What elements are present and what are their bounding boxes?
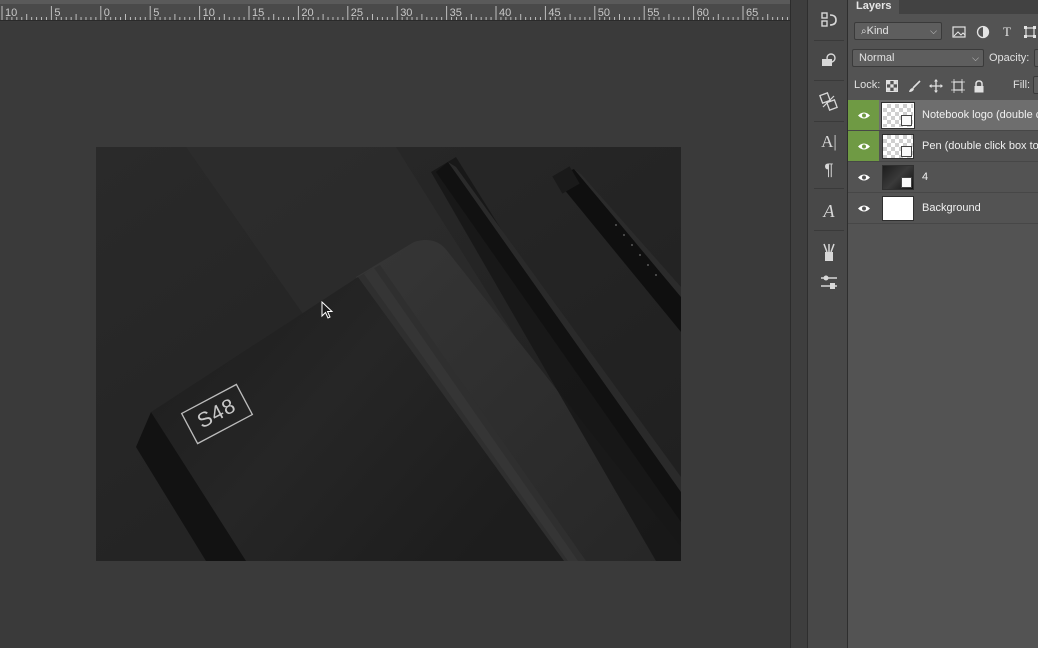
character-icon[interactable]: A| xyxy=(816,129,842,155)
adjustments-icon[interactable] xyxy=(816,269,842,295)
history-icon[interactable] xyxy=(816,7,842,33)
opacity-label: Opacity: xyxy=(989,52,1030,64)
ruler-label: 10 xyxy=(202,7,215,19)
blend-row: Normal ⌵ Opacity: xyxy=(848,48,1038,70)
smart-object-icon xyxy=(901,146,912,157)
ruler-label: 25 xyxy=(350,7,364,19)
layer-notebook-logo[interactable]: Notebook logo (double c xyxy=(848,100,1038,131)
eye-icon xyxy=(857,174,870,180)
lock-label: Lock: xyxy=(854,79,881,91)
layer-4[interactable]: 4 xyxy=(848,162,1038,193)
tool-divider xyxy=(814,188,844,189)
ruler-label: 0 xyxy=(103,7,110,19)
paragraph-icon[interactable]: ¶ xyxy=(816,157,842,183)
fill-label: Fill: xyxy=(1013,79,1031,91)
ruler-label: 10 xyxy=(5,7,18,19)
smart-object-icon xyxy=(901,177,912,188)
layer-thumbnail xyxy=(882,134,914,159)
layer-name: 4 xyxy=(922,171,929,183)
eye-icon xyxy=(857,143,870,149)
ruler-label: 15 xyxy=(252,7,265,19)
ruler-label: 35 xyxy=(449,7,462,19)
type-filter-icon[interactable]: T xyxy=(999,24,1015,40)
ruler-label: 60 xyxy=(696,7,709,19)
horizontal-ruler[interactable]: 10 5 0 5 10 15 20 25 30 35 40 45 50 55 60 65 xyxy=(0,0,790,21)
chevron-down-icon: ⌵ xyxy=(930,26,937,36)
ruler-label: 45 xyxy=(548,7,561,19)
eye-icon xyxy=(857,112,870,118)
ruler-label: 5 xyxy=(54,7,61,19)
layer-name: Pen (double click box to xyxy=(922,140,1038,152)
visibility-toggle[interactable] xyxy=(848,131,879,161)
panel-icon-strip: A| ¶ A xyxy=(807,0,848,648)
ruler-label: 20 xyxy=(301,7,314,19)
photoshop-window: 10 5 0 5 10 15 20 25 30 35 40 45 50 55 60 65 xyxy=(0,0,1038,648)
layer-background[interactable]: Background xyxy=(848,193,1038,224)
tool-divider xyxy=(814,121,844,122)
lock-all-icon[interactable] xyxy=(971,78,987,94)
filter-kind-label: Kind xyxy=(866,25,889,37)
smart-object-icon xyxy=(901,115,912,126)
shape-filter-icon[interactable] xyxy=(1022,24,1038,40)
ruler-label: 65 xyxy=(746,7,759,19)
layer-thumbnail xyxy=(882,165,914,190)
lock-artboard-icon[interactable] xyxy=(950,78,966,94)
layer-thumbnail xyxy=(882,196,914,221)
visibility-toggle[interactable] xyxy=(848,193,879,223)
chevron-down-icon: ⌵ xyxy=(972,53,979,63)
ruler-label: 30 xyxy=(400,7,413,19)
ruler-label: 55 xyxy=(647,7,660,19)
ruler-ticks xyxy=(1,6,788,20)
tool-divider xyxy=(814,230,844,231)
mockup-artwork xyxy=(96,147,681,561)
opacity-field[interactable] xyxy=(1034,49,1038,67)
ruler-label: 5 xyxy=(153,7,160,19)
layers-panel: Layers ⌕Kind ⌵ T Normal ⌵ Opacity: Lock:… xyxy=(848,0,1038,648)
layer-name: Notebook logo (double c xyxy=(922,109,1038,121)
lock-paint-icon[interactable] xyxy=(906,78,922,94)
3d-material-icon[interactable] xyxy=(816,47,842,73)
adjustment-filter-icon[interactable] xyxy=(975,24,991,40)
tool-divider xyxy=(814,40,844,41)
blend-mode-dropdown[interactable]: Normal ⌵ xyxy=(852,49,984,67)
document-canvas[interactable]: S48 xyxy=(96,147,681,561)
ruler-label: 50 xyxy=(597,7,611,19)
fill-field[interactable] xyxy=(1033,76,1038,94)
visibility-toggle[interactable] xyxy=(848,162,879,192)
layer-pen[interactable]: Pen (double click box to xyxy=(848,131,1038,162)
tab-layers[interactable]: Layers xyxy=(848,0,900,14)
lock-row: Lock: Fill: xyxy=(848,76,1038,96)
layer-filter-row: ⌕Kind ⌵ T xyxy=(848,21,1038,43)
glyphs-icon[interactable]: A xyxy=(816,198,842,224)
filter-kind-dropdown[interactable]: ⌕Kind ⌵ xyxy=(854,22,942,40)
mouse-cursor-icon xyxy=(321,301,334,319)
image-filter-icon[interactable] xyxy=(951,24,967,40)
blend-mode-value: Normal xyxy=(859,52,895,64)
layers-tab-bar: Layers xyxy=(848,0,1038,14)
lock-move-icon[interactable] xyxy=(928,78,944,94)
tool-divider xyxy=(814,80,844,81)
panel-gutter xyxy=(790,0,807,648)
ruler-label: 40 xyxy=(499,7,512,19)
visibility-toggle[interactable] xyxy=(848,100,879,130)
layer-thumbnail xyxy=(881,102,915,129)
swatch-rotate-icon[interactable] xyxy=(816,89,842,115)
layer-name: Background xyxy=(922,202,981,214)
layers-list: Notebook logo (double c Pen (double clic… xyxy=(848,100,1038,648)
eye-icon xyxy=(857,205,870,211)
brush-settings-icon[interactable] xyxy=(816,240,842,266)
canvas-area[interactable]: S48 xyxy=(0,22,790,648)
lock-transparent-icon[interactable] xyxy=(884,78,900,94)
